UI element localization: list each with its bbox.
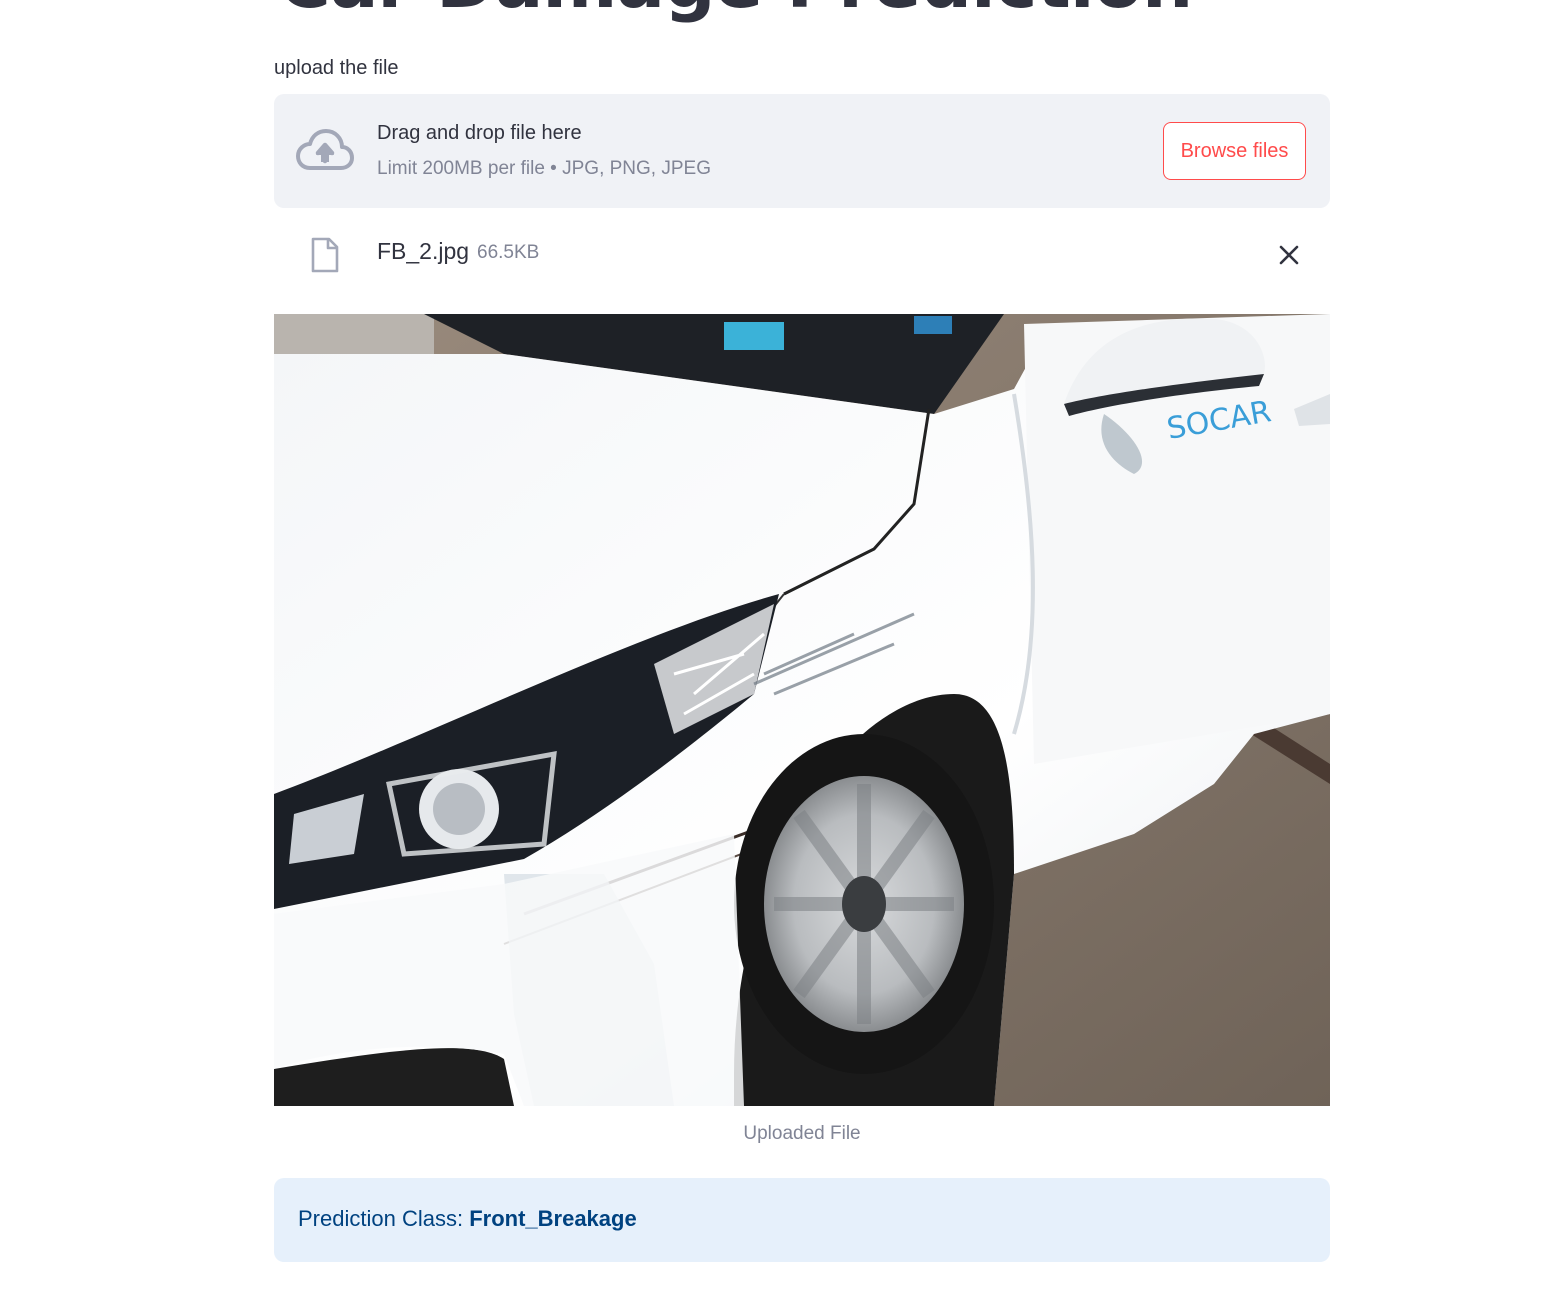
prediction-value: Front_Breakage (469, 1206, 637, 1231)
browse-files-button[interactable]: Browse files (1163, 122, 1306, 180)
dropzone-title: Drag and drop file here (377, 122, 582, 144)
remove-file-button[interactable] (1274, 240, 1304, 270)
prediction-label: Prediction Class: (298, 1206, 464, 1231)
uploader-label: upload the file (274, 57, 399, 79)
car-damage-photo: SOCAR (274, 314, 1330, 1106)
dropzone-hint: Limit 200MB per file • JPG, PNG, JPEG (377, 158, 711, 179)
uploaded-file-item: FB_2.jpg 66.5KB (274, 222, 1330, 284)
prediction-alert: Prediction Class: Front_Breakage (274, 1178, 1330, 1262)
cloud-upload-icon (296, 129, 354, 170)
page-title: Car Damage Prediction (278, 0, 1193, 22)
file-name: FB_2.jpg (377, 238, 470, 264)
prediction-text: Prediction Class: Front_Breakage (298, 1206, 637, 1232)
image-caption: Uploaded File (743, 1123, 861, 1144)
close-icon (1279, 245, 1299, 265)
file-icon (311, 237, 339, 273)
file-size: 66.5KB (477, 242, 540, 263)
uploaded-image: SOCAR (274, 314, 1330, 1106)
file-dropzone[interactable]: Drag and drop file here Limit 200MB per … (274, 94, 1330, 208)
